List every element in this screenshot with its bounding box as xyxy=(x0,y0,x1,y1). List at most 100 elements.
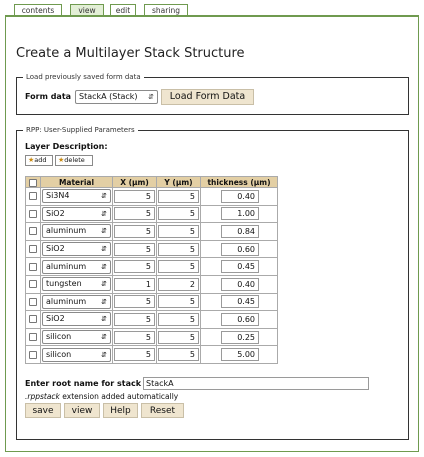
material-select[interactable]: SiO2 ⇵ xyxy=(42,206,111,221)
material-cell: SiO2 ⇵ xyxy=(40,204,113,224)
row-checkbox[interactable] xyxy=(29,297,37,306)
select-arrows-icon: ⇵ xyxy=(101,209,107,218)
material-value: SiO2 xyxy=(46,314,65,324)
rpp-legend: RPP: User-Supplied Parameters xyxy=(26,126,135,134)
thickness-cell: 0.40 xyxy=(200,274,278,294)
row-select-cell xyxy=(25,292,41,312)
thickness-cell: 0.45 xyxy=(200,257,278,276)
row-checkbox[interactable] xyxy=(29,315,37,324)
layer-row: tungsten ⇵ 1 2 0.40 xyxy=(25,274,278,294)
y-input[interactable]: 5 xyxy=(158,348,199,362)
material-cell: SiO2 ⇵ xyxy=(40,239,113,259)
view-button[interactable]: view xyxy=(64,403,100,418)
row-checkbox[interactable] xyxy=(29,245,37,254)
reset-button[interactable]: Reset xyxy=(141,403,184,418)
thickness-input[interactable]: 0.45 xyxy=(221,260,259,274)
material-select[interactable]: aluminum ⇵ xyxy=(42,224,111,239)
x-input[interactable]: 5 xyxy=(114,242,155,256)
row-select-cell xyxy=(25,257,41,276)
material-select[interactable]: aluminum ⇵ xyxy=(42,259,111,274)
save-button[interactable]: save xyxy=(25,403,61,418)
select-arrows-icon: ⇵ xyxy=(101,192,107,201)
x-input[interactable]: 5 xyxy=(114,224,155,238)
x-cell: 5 xyxy=(112,292,157,312)
y-cell: 5 xyxy=(156,204,201,224)
select-all-checkbox[interactable] xyxy=(29,178,37,187)
layer-row: aluminum ⇵ 5 5 0.45 xyxy=(25,257,278,276)
y-input[interactable]: 5 xyxy=(158,295,199,309)
row-checkbox[interactable] xyxy=(29,280,37,289)
thickness-input[interactable]: 5.00 xyxy=(221,348,259,362)
row-checkbox[interactable] xyxy=(29,209,37,218)
row-select-cell xyxy=(25,204,41,224)
layer-table: Material X (µm) Y (µm) thickness (µm) Si… xyxy=(25,176,278,364)
x-header: X (µm) xyxy=(112,176,157,188)
x-cell: 5 xyxy=(112,187,157,206)
form-data-select[interactable]: StackA (Stack) ⇵ xyxy=(75,90,158,104)
layer-row: SiO2 ⇵ 5 5 0.60 xyxy=(25,239,278,259)
y-header: Y (µm) xyxy=(156,176,201,188)
material-cell: silicon ⇵ xyxy=(40,345,113,364)
x-input[interactable]: 5 xyxy=(114,348,155,362)
x-input[interactable]: 5 xyxy=(114,330,155,344)
x-input[interactable]: 5 xyxy=(114,295,155,309)
row-checkbox[interactable] xyxy=(29,262,37,271)
y-input[interactable]: 5 xyxy=(158,242,199,256)
x-input[interactable]: 5 xyxy=(114,189,155,203)
x-input[interactable]: 5 xyxy=(114,312,155,326)
add-layer-button[interactable]: ★add xyxy=(25,155,53,166)
load-form-data-button[interactable]: Load Form Data xyxy=(161,89,254,105)
material-select[interactable]: tungsten ⇵ xyxy=(42,277,111,292)
y-input[interactable]: 5 xyxy=(158,189,199,203)
add-label: add xyxy=(34,156,47,164)
material-select[interactable]: silicon ⇵ xyxy=(42,330,111,345)
material-select[interactable]: SiO2 ⇵ xyxy=(42,312,111,327)
thickness-cell: 0.45 xyxy=(200,292,278,312)
x-input[interactable]: 5 xyxy=(114,260,155,274)
select-arrows-icon: ⇵ xyxy=(101,297,107,306)
y-cell: 5 xyxy=(156,292,201,312)
row-checkbox[interactable] xyxy=(29,350,37,359)
thickness-input[interactable]: 0.25 xyxy=(221,330,259,344)
row-checkbox[interactable] xyxy=(29,227,37,236)
thickness-cell: 0.84 xyxy=(200,222,278,241)
layer-row: SiO2 ⇵ 5 5 0.60 xyxy=(25,310,278,329)
thickness-input[interactable]: 0.60 xyxy=(221,242,259,256)
row-checkbox[interactable] xyxy=(29,333,37,342)
material-select[interactable]: silicon ⇵ xyxy=(42,347,111,362)
x-input[interactable]: 1 xyxy=(114,277,155,291)
delete-layer-button[interactable]: ★delete xyxy=(55,155,93,166)
thickness-input[interactable]: 0.60 xyxy=(221,312,259,326)
material-value: SiO2 xyxy=(46,208,65,218)
select-arrows-icon: ⇵ xyxy=(148,93,154,101)
material-select[interactable]: aluminum ⇵ xyxy=(42,294,111,309)
y-input[interactable]: 5 xyxy=(158,260,199,274)
y-input[interactable]: 5 xyxy=(158,207,199,221)
thickness-cell: 0.40 xyxy=(200,187,278,206)
row-select-cell xyxy=(25,222,41,241)
y-input[interactable]: 2 xyxy=(158,277,199,291)
material-select[interactable]: Si3N4 ⇵ xyxy=(42,189,111,204)
row-checkbox[interactable] xyxy=(29,192,37,201)
x-cell: 5 xyxy=(112,257,157,276)
root-name-input[interactable]: StackA xyxy=(143,377,369,390)
y-cell: 5 xyxy=(156,327,201,347)
material-value: aluminum xyxy=(46,296,87,306)
thickness-header: thickness (µm) xyxy=(200,176,278,188)
layer-description-label: Layer Description: xyxy=(25,142,108,151)
thickness-input[interactable]: 1.00 xyxy=(221,207,259,221)
help-button[interactable]: Help xyxy=(103,403,138,418)
thickness-input[interactable]: 0.45 xyxy=(221,295,259,309)
thickness-input[interactable]: 0.40 xyxy=(221,189,259,203)
thickness-input[interactable]: 0.40 xyxy=(221,277,259,291)
material-cell: aluminum ⇵ xyxy=(40,292,113,312)
thickness-input[interactable]: 0.84 xyxy=(221,224,259,238)
page-title: Create a Multilayer Stack Structure xyxy=(16,46,245,61)
y-input[interactable]: 5 xyxy=(158,330,199,344)
layer-row: silicon ⇵ 5 5 0.25 xyxy=(25,327,278,347)
y-input[interactable]: 5 xyxy=(158,312,199,326)
x-input[interactable]: 5 xyxy=(114,207,155,221)
y-input[interactable]: 5 xyxy=(158,224,199,238)
material-select[interactable]: SiO2 ⇵ xyxy=(42,242,111,257)
x-cell: 5 xyxy=(112,222,157,241)
